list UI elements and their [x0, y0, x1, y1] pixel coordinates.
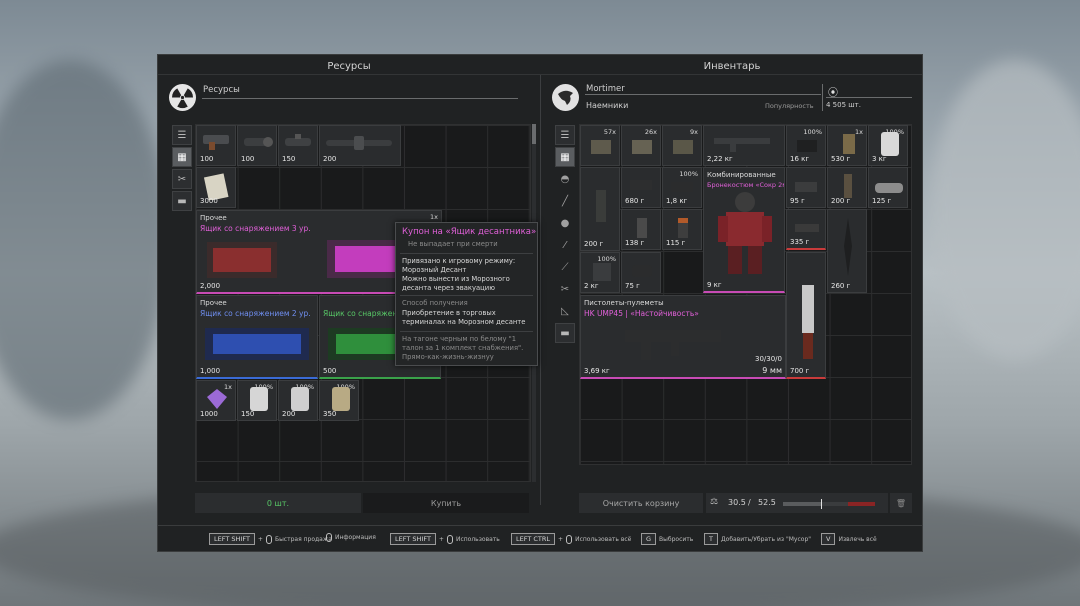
bullet-icon[interactable]: ⁄ [555, 235, 575, 255]
helmet-icon[interactable]: ◓ [555, 169, 575, 189]
coins-count: 4 505 шт. [826, 101, 861, 109]
inventory-item[interactable]: 125 г [868, 167, 908, 208]
left-panel-title: Ресурсы [327, 61, 371, 72]
tooltip-divider [400, 295, 533, 296]
resource-item[interactable]: 100% 150 [237, 380, 277, 421]
background-shape [930, 60, 1080, 360]
hint-use: LEFT SHIFT + Использовать [390, 533, 500, 545]
radiation-icon [169, 84, 196, 111]
inventory-item[interactable]: 75 г [621, 252, 661, 293]
equipment-box-level2[interactable]: Прочее Ящик со снаряжением 2 ур. 1,000 [196, 295, 318, 379]
inventory-item[interactable]: 57x [580, 125, 620, 166]
inventory-item[interactable]: 200 г [580, 167, 620, 251]
tooltip-mode-header: Привязано к игровому режиму: [402, 257, 516, 265]
box-icon[interactable]: ▬ [555, 323, 575, 343]
inventory-item[interactable]: 100% 16 кг [786, 125, 826, 166]
inventory-weapon[interactable]: 2,22 кг [703, 125, 785, 166]
tooltip-title: Купон на «Ящик десантника» [402, 227, 537, 237]
tools-icon[interactable]: ✂ [555, 279, 575, 299]
smg-item[interactable]: Пистолеты-пулеметы HK UMP45 | «Настойчив… [580, 295, 786, 379]
tooltip-divider [400, 253, 533, 254]
grid-view-icon[interactable]: ▦ [172, 147, 192, 167]
weight-icon: ⚖ [710, 497, 719, 507]
inventory-item[interactable]: 680 г [621, 167, 661, 208]
popularity-label: Популярность [765, 102, 814, 110]
buy-button[interactable]: Купить [363, 493, 529, 513]
inventory-item[interactable]: 100% 3 кг [868, 125, 908, 166]
mouse-icon [566, 534, 573, 544]
resource-item[interactable]: 100 [237, 125, 277, 166]
right-panel-title: Инвентарь [703, 61, 761, 72]
resource-item[interactable]: 100 [196, 125, 236, 166]
tooltip-not-dropped: Не выпадает при смерти [408, 240, 498, 248]
hint-info: Информация [326, 533, 376, 542]
column-view-icon[interactable]: ☰ [555, 125, 575, 145]
inventory-item[interactable]: 138 г [621, 209, 661, 250]
left-section-title: Ресурсы [203, 85, 240, 95]
inventory-window: Ресурсы Инвентарь Ресурсы ☰ ▦ ✂ ▬ 100 10… [157, 54, 923, 552]
player-name: Mortimer [586, 84, 625, 94]
panel-divider [540, 75, 541, 505]
right-tabs: ☰ ▦ ◓ ╱ ● ⁄ ⟋ ✂ ◺ ▬ [555, 125, 575, 345]
inventory-knife[interactable]: 260 г [827, 209, 867, 293]
mercenaries-emblem-icon [552, 84, 579, 111]
inventory-item[interactable]: 200 г [827, 167, 867, 208]
quantity-display: 0 шт. [195, 493, 361, 513]
coupon-item[interactable]: 3000 [196, 167, 236, 208]
mouse-icon [446, 534, 453, 544]
inventory-item[interactable]: 100% 1,8 кг [662, 167, 702, 208]
tools-icon[interactable]: ✂ [172, 169, 192, 189]
mouse-icon [265, 534, 272, 544]
background-shape [0, 60, 170, 420]
coins-underline [826, 97, 912, 98]
grid-view-icon[interactable]: ▦ [555, 147, 575, 167]
hint-quick-sell: LEFT SHIFT + Быстрая продажа [209, 533, 332, 545]
hint-use-all: LEFT CTRL + Использовать всё [511, 533, 631, 545]
resource-item[interactable]: 200 [319, 125, 401, 166]
inventory-item[interactable]: 115 г [662, 209, 702, 250]
tooltip-mode: Морозный Десант [402, 266, 467, 274]
inventory-item[interactable]: 9x [662, 125, 702, 166]
inventory-item[interactable]: 100% 2 кг [580, 252, 620, 293]
inventory-item[interactable]: 95 г [786, 167, 826, 208]
tooltip-mode-desc: Можно вынести из Морозного десанта через… [402, 275, 510, 292]
hint-drop: G Выбросить [641, 533, 693, 545]
faction-name: Наемники [586, 101, 629, 110]
tooltip-footer: На тагоне черным по белому "1 талон за 1… [402, 335, 524, 361]
knife-icon[interactable]: ⟋ [555, 257, 575, 277]
mouse-icon [326, 533, 332, 542]
right-section-underline [585, 94, 821, 95]
coupon-tooltip: Купон на «Ящик десантника» Не выпадает п… [395, 222, 538, 366]
weight-max: 52.5 [758, 498, 776, 507]
trash-icon[interactable]: 🗑 [890, 493, 912, 513]
grenade-icon[interactable]: ● [555, 213, 575, 233]
rifle-icon[interactable]: ╱ [555, 191, 575, 211]
clear-cart-button[interactable]: Очистить корзину [579, 493, 703, 513]
box-icon[interactable]: ▬ [172, 191, 192, 211]
resource-item[interactable]: 1x 1000 [196, 380, 236, 421]
inventory-item[interactable]: 26x [621, 125, 661, 166]
inventory-machete[interactable]: 700 г [786, 252, 826, 379]
weight-progress [783, 499, 875, 509]
header-divider [822, 84, 823, 111]
inventory-item[interactable]: 335 г [786, 209, 826, 250]
weight-divider: / [748, 498, 751, 507]
hint-junk: T Добавить/Убрать из "Мусор" [704, 533, 811, 545]
weight-current: 30.5 [728, 498, 746, 507]
hint-extract-all: V Извлечь всё [821, 533, 877, 545]
footer-divider [158, 525, 922, 526]
tooltip-how-header: Способ получения [402, 299, 468, 307]
resource-item[interactable]: 150 [278, 125, 318, 166]
column-view-icon[interactable]: ☰ [172, 125, 192, 145]
resource-item[interactable]: 100% 200 [278, 380, 318, 421]
weight-bar-container: ⚖ 30.5 / 52.5 [706, 493, 888, 513]
tooltip-how-desc: Приобретение в торговых терминалах на Мо… [402, 309, 526, 326]
inventory-item[interactable]: 1x 530 г [827, 125, 867, 166]
left-section-underline [202, 98, 518, 99]
resource-item[interactable]: 100% 350 [319, 380, 359, 421]
armor-suit-item[interactable]: Комбинированные Бронекостюм «Сокр 2м 9 к… [703, 167, 785, 293]
left-tabs: ☰ ▦ ✂ ▬ [172, 125, 192, 213]
tooltip-divider [400, 331, 533, 332]
ruler-icon[interactable]: ◺ [555, 301, 575, 321]
